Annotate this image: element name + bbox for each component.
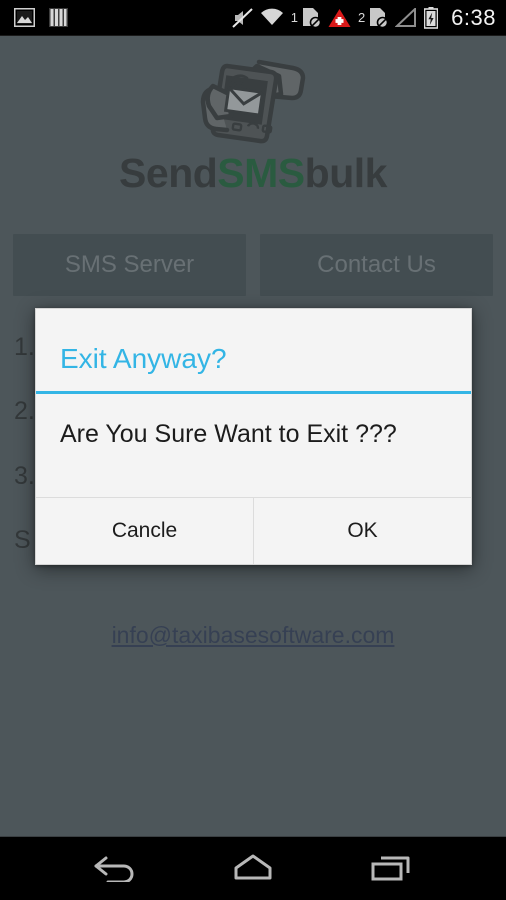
navigation-bar [0,836,506,900]
sim2-no-service-icon [369,7,389,28]
back-arrow-icon [92,852,138,885]
sim1-badge: 1 [290,10,298,25]
battery-charging-icon [424,6,439,29]
sim1-no-service-icon [302,7,321,28]
warning-triangle-icon [328,8,351,28]
nav-back-button[interactable] [79,845,151,893]
logo-text-send: Send [119,150,218,196]
sms-server-button[interactable]: SMS Server [13,234,246,296]
app-logo: SendSMSbulk [0,36,506,194]
dialog-button-bar: Cancle OK [36,496,471,564]
dialog-cancel-button[interactable]: Cancle [36,497,253,564]
dialog-ok-button[interactable]: OK [253,497,471,564]
nav-recents-button[interactable] [355,845,427,893]
contact-us-button[interactable]: Contact Us [260,234,493,296]
logo-text-bulk: bulk [304,150,388,196]
volume-mute-icon [232,7,253,28]
screenshot-icon [14,8,35,27]
status-bar-clock: 6:38 [451,4,496,30]
status-bar: 1 2 6:38 [0,0,506,36]
bars-icon [49,8,68,27]
home-icon [230,852,276,885]
dialog-message: Are You Sure Want to Exit ??? [60,420,397,448]
support-email-link[interactable]: info@taxibasesoftware.com [0,622,506,649]
logo-text-sms: SMS [217,150,305,196]
status-bar-left-icons [14,8,68,27]
recent-apps-icon [368,852,414,885]
device-screen: 1 2 6:38 SendSMSbulk SMS Server Contact … [0,0,506,900]
signal-bars-icon [395,8,417,27]
status-bar-right-icons: 1 2 6:38 [232,5,496,31]
nav-home-button[interactable] [217,845,289,893]
hand-holding-phone-message-icon [200,59,306,144]
app-logo-text: SendSMSbulk [119,153,387,194]
sim2-badge: 2 [357,10,366,25]
wifi-icon [260,8,284,27]
exit-confirmation-dialog: Exit Anyway? Are You Sure Want to Exit ?… [35,308,472,565]
action-button-row: SMS Server Contact Us [0,234,506,296]
dialog-title: Exit Anyway? [60,343,227,374]
